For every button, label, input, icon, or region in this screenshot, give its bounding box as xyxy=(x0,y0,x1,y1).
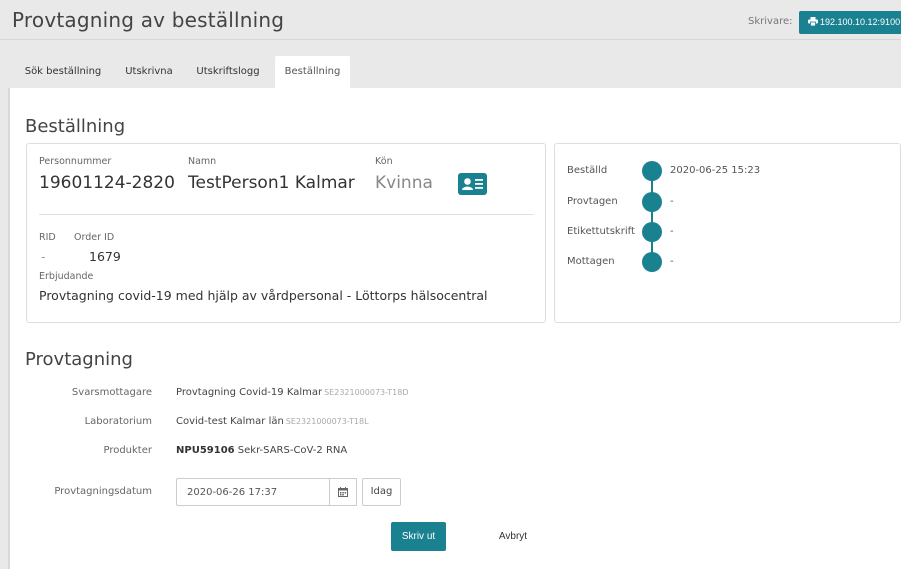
timeline-dot-provtagen xyxy=(642,192,662,212)
timeline-dot-etikettutskrift xyxy=(642,222,662,242)
rid-value: - xyxy=(41,249,46,264)
namn-label: Namn xyxy=(188,156,217,167)
timeline-value: - xyxy=(670,196,674,207)
provtagningsdatum-input[interactable] xyxy=(176,478,330,506)
provtagningsdatum-label: Provtagningsdatum xyxy=(54,486,152,497)
calendar-button[interactable] xyxy=(330,478,357,506)
printer-icon xyxy=(808,17,818,27)
namn-value: TestPerson1 Kalmar xyxy=(188,173,355,193)
page-title: Provtagning av beställning xyxy=(12,8,285,32)
tab-utskrivna[interactable]: Utskrivna xyxy=(114,56,184,88)
timeline-label: Mottagen xyxy=(567,256,615,267)
timeline-label: Etikettutskrift xyxy=(567,226,635,237)
erbjudande-label: Erbjudande xyxy=(39,271,94,282)
timeline-value: - xyxy=(670,256,674,267)
order-divider xyxy=(39,214,534,215)
sampling-section-title: Provtagning xyxy=(25,349,133,370)
printer-label: Skrivare: xyxy=(748,16,793,27)
skriv-ut-button[interactable]: Skriv ut xyxy=(391,522,446,551)
timeline-value: - xyxy=(670,226,674,237)
laboratorium-value: Covid-test Kalmar län SE2321000073-T18L xyxy=(176,416,369,427)
personnummer-label: Personnummer xyxy=(39,156,112,167)
status-timeline-card: Beställd 2020-06-25 15:23 Provtagen - Et… xyxy=(554,143,901,323)
page-header: Provtagning av beställning Skrivare: 192… xyxy=(0,0,901,40)
svarsmottagare-label: Svarsmottagare xyxy=(71,387,152,398)
orderid-label: Order ID xyxy=(74,232,115,243)
tab-utskriftslogg[interactable]: Utskriftslogg xyxy=(184,56,272,88)
avbryt-button[interactable]: Avbryt xyxy=(486,522,540,551)
printer-value: 192.100.10.12:9100 xyxy=(820,17,901,27)
timeline-dot-bestalld xyxy=(642,161,662,181)
rid-label: RID xyxy=(39,232,56,243)
order-section-title: Beställning xyxy=(25,116,126,137)
order-card: Personnummer 19601124-2820 Namn TestPers… xyxy=(26,143,546,323)
produkter-value: NPU59106 Sekr-SARS-CoV-2 RNA xyxy=(176,445,348,456)
tab-bestallning[interactable]: Beställning xyxy=(275,56,350,88)
main-panel: Beställning Personnummer 19601124-2820 N… xyxy=(8,88,901,569)
svarsmottagare-value: Provtagning Covid-19 Kalmar SE2321000073-… xyxy=(176,387,409,398)
kon-label: Kön xyxy=(375,156,393,167)
tab-sok-bestallning[interactable]: Sök beställning xyxy=(12,56,114,88)
orderid-value: 1679 xyxy=(89,249,121,264)
produkter-label: Produkter xyxy=(103,445,152,456)
timeline-label: Provtagen xyxy=(567,196,618,207)
timeline-value: 2020-06-25 15:23 xyxy=(670,165,761,176)
calendar-icon xyxy=(338,486,348,497)
laboratorium-label: Laboratorium xyxy=(84,416,152,427)
idag-button[interactable]: Idag xyxy=(362,478,401,506)
timeline-dot-mottagen xyxy=(642,252,662,272)
personnummer-value: 19601124-2820 xyxy=(39,173,175,193)
printer-select-button[interactable]: 192.100.10.12:9100 xyxy=(799,11,901,34)
id-card-icon[interactable] xyxy=(458,173,487,195)
timeline-line xyxy=(651,171,653,263)
timeline-label: Beställd xyxy=(567,165,608,176)
erbjudande-value: Provtagning covid-19 med hjälp av vårdpe… xyxy=(39,288,488,303)
kon-value: Kvinna xyxy=(375,173,433,193)
